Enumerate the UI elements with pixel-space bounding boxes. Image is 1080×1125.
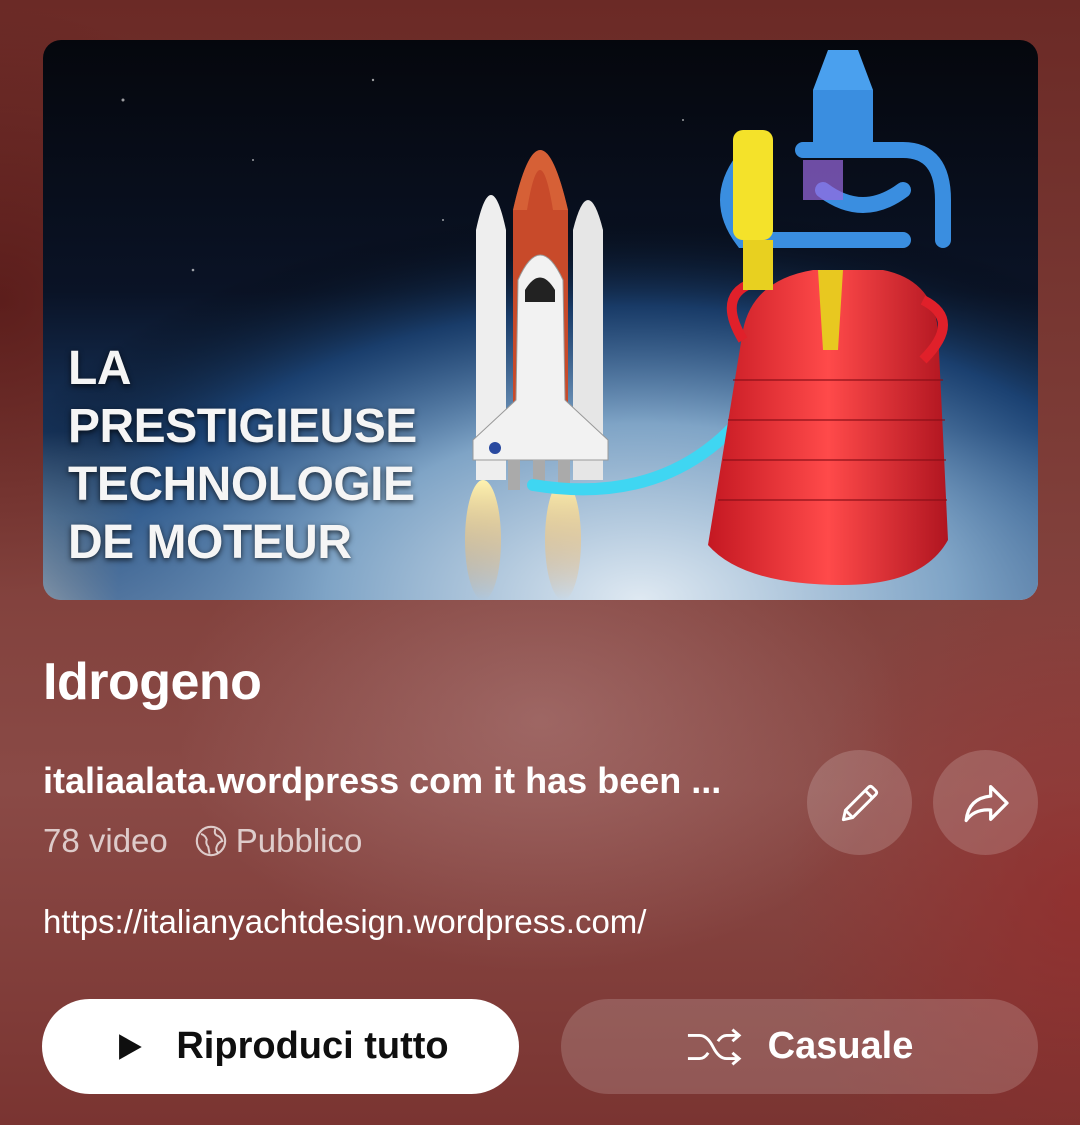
- shuffle-icon: [687, 1027, 742, 1066]
- thumbnail-caption-line: PRESTIGIEUSE: [68, 400, 417, 453]
- globe-icon: [195, 825, 226, 857]
- play-all-label: Riproduci tutto: [176, 1025, 449, 1067]
- playlist-meta: 78 video Pubblico: [43, 822, 362, 860]
- shuffle-button[interactable]: Casuale: [561, 999, 1038, 1094]
- thumbnail-caption-line: TECHNOLOGIE: [68, 458, 415, 511]
- playlist-link[interactable]: https://italianyachtdesign.wordpress.com…: [43, 903, 646, 941]
- playlist-thumbnail[interactable]: LA PRESTIGIEUSE TECHNOLOGIE DE MOTEUR: [43, 40, 1038, 600]
- edit-button[interactable]: [807, 750, 912, 855]
- visibility-status: Pubblico: [235, 822, 363, 859]
- pencil-icon: [841, 784, 878, 821]
- video-count: 78 video: [43, 822, 168, 859]
- thumbnail-caption-line: DE MOTEUR: [68, 516, 352, 569]
- thumbnail-caption: LA PRESTIGIEUSE TECHNOLOGIE DE MOTEUR: [68, 340, 417, 572]
- share-button[interactable]: [933, 750, 1038, 855]
- playlist-title: Idrogeno: [43, 653, 262, 711]
- play-all-button[interactable]: Riproduci tutto: [42, 999, 519, 1094]
- share-arrow-icon: [964, 784, 1009, 822]
- shuffle-label: Casuale: [767, 1025, 914, 1067]
- play-icon: [119, 1033, 143, 1060]
- playlist-description[interactable]: italiaalata.wordpress com it has been ..…: [43, 760, 783, 802]
- thumbnail-caption-line: LA: [68, 342, 131, 395]
